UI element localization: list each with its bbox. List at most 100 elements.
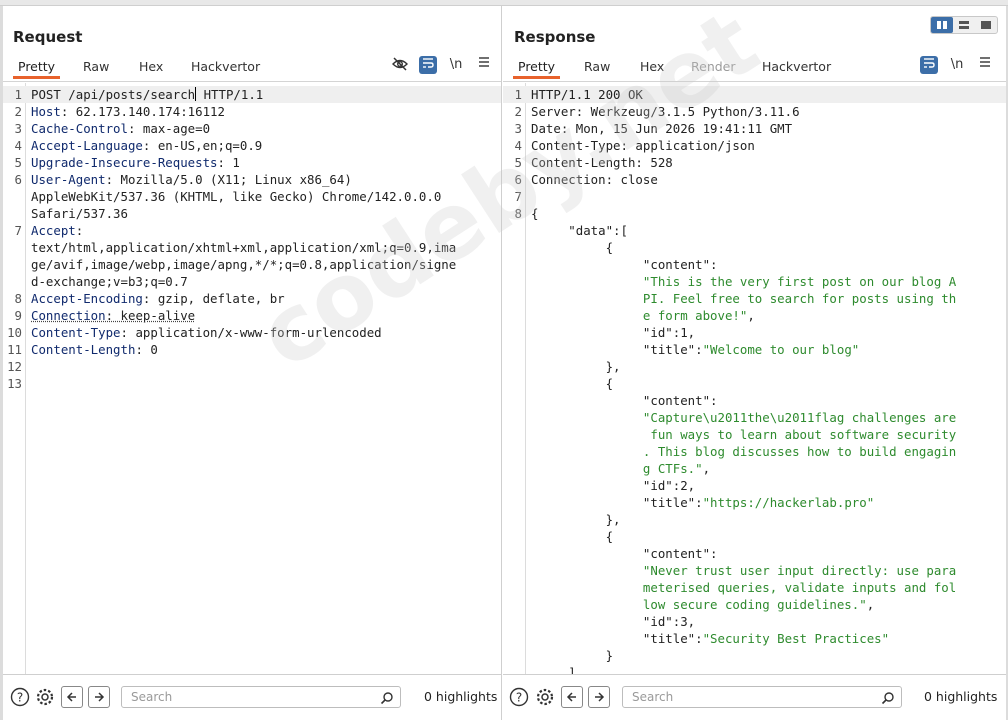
newline-icon[interactable]: \n — [948, 56, 966, 74]
previous-button[interactable] — [61, 686, 83, 708]
tab-response-hex[interactable]: Hex — [635, 57, 669, 79]
code-line: AppleWebKit/537.36 (KHTML, like Gecko) C… — [3, 188, 501, 205]
code-line: g CTFs.", — [503, 460, 1006, 477]
gear-icon[interactable] — [535, 687, 555, 707]
json-string: "Security Best Practices" — [702, 631, 890, 646]
line-content: POST /api/posts/search HTTP/1.1 — [31, 86, 263, 103]
code-line: "title":"Security Best Practices" — [503, 630, 1006, 647]
header-name: Host — [31, 104, 61, 119]
line-content: e form above!", — [531, 307, 755, 324]
tab-request-pretty[interactable]: Pretty — [13, 57, 61, 79]
json-string: PI. Feel free to search for posts using … — [531, 291, 957, 306]
response-editor[interactable]: 1 HTTP/1.1 200 OK 2 Server: Werkzeug/3.1.5 … — [503, 83, 1006, 680]
line-number: 10 — [7, 325, 22, 340]
svg-text:?: ? — [17, 691, 23, 705]
json-text: Date: Mon, 15 Jun 2026 19:41:11 GMT — [531, 121, 793, 136]
request-bottom-bar: ? Search 0 highlights — [3, 674, 501, 720]
tab-request-hackvertor[interactable]: Hackvertor — [186, 57, 265, 79]
code-line: Safari/537.36 — [3, 205, 501, 222]
code-line: 11 Content-Length: 0 — [3, 341, 501, 358]
code-line: ge/avif,image/webp,image/apng,*/*;q=0.8,… — [3, 256, 501, 273]
menu-icon[interactable] — [976, 56, 994, 74]
line-content: Upgrade-Insecure-Requests: 1 — [31, 154, 240, 171]
line-content: HTTP/1.1 200 OK — [531, 86, 643, 103]
response-pane: Response Pretty Raw Hex Render Hackverto… — [503, 6, 1006, 720]
eye-slash-icon[interactable] — [391, 56, 409, 74]
line-content: "id":1, — [531, 324, 695, 341]
stacked-view-icon[interactable] — [953, 17, 975, 33]
response-bottom-bar: ? Search 0 highlights — [503, 674, 1006, 720]
menu-icon[interactable] — [475, 56, 493, 74]
header-value: : — [75, 223, 84, 238]
line-content: . This blog discusses how to build engag… — [531, 443, 956, 460]
json-text: { — [531, 240, 614, 255]
line-number: 5 — [514, 155, 522, 170]
header-value: : keep-alive — [105, 308, 196, 323]
json-text: } — [531, 648, 614, 663]
json-text: "id":3, — [531, 614, 696, 629]
line-content: { — [531, 528, 613, 545]
code-line: "title":"https://hackerlab.pro" — [503, 494, 1006, 511]
header-value: : Mozilla/5.0 (X11; Linux x86_64) — [105, 172, 352, 187]
line-content: AppleWebKit/537.36 (KHTML, like Gecko) C… — [31, 188, 441, 205]
json-text: "content": — [531, 257, 718, 272]
line-number: 5 — [14, 155, 22, 170]
tab-request-hex[interactable]: Hex — [134, 57, 168, 79]
json-string: e form above!" — [531, 308, 748, 323]
line-content: Date: Mon, 15 Jun 2026 19:41:11 GMT — [531, 120, 792, 137]
next-button[interactable] — [88, 686, 110, 708]
code-line: d-exchange;v=b3;q=0.7 — [3, 273, 501, 290]
line-number: 4 — [514, 138, 522, 153]
line-number: 8 — [514, 206, 522, 221]
tab-response-pretty[interactable]: Pretty — [513, 57, 561, 79]
highlights-count: 0 highlights — [924, 689, 998, 704]
json-text: { — [531, 376, 614, 391]
tab-response-raw[interactable]: Raw — [579, 57, 615, 79]
help-icon[interactable]: ? — [10, 687, 30, 707]
code-line: { — [503, 375, 1006, 392]
code-line: "content": — [503, 545, 1006, 562]
svg-text:?: ? — [516, 691, 522, 705]
json-string: fun ways to learn about software securit… — [531, 427, 957, 442]
next-button[interactable] — [588, 686, 610, 708]
highlights-count: 0 highlights — [424, 689, 498, 704]
header-value: text/html,application/xhtml+xml,applicat… — [31, 240, 457, 255]
split-view-icon[interactable] — [931, 17, 953, 33]
tabbed-view-icon[interactable] — [975, 17, 997, 33]
tab-request-raw[interactable]: Raw — [78, 57, 114, 79]
code-line: 2 Server: Werkzeug/3.1.5 Python/3.11.6 — [503, 103, 1006, 120]
request-editor[interactable]: 1 POST /api/posts/search HTTP/1.1 2 Host: 6… — [3, 83, 501, 680]
wrap-icon[interactable] — [419, 56, 437, 74]
code-line: 6 User-Agent: Mozilla/5.0 (X11; Linux x86… — [3, 171, 501, 188]
header-value: Safari/537.36 — [31, 206, 128, 221]
wrap-icon[interactable] — [920, 56, 938, 74]
line-content: } — [531, 647, 613, 664]
line-content: ge/avif,image/webp,image/apng,*/*;q=0.8,… — [31, 256, 456, 273]
line-number: 9 — [14, 308, 22, 323]
line-number: 7 — [14, 223, 22, 238]
json-text: "data":[ — [531, 223, 628, 238]
line-content: fun ways to learn about software securit… — [531, 426, 956, 443]
json-punct: , — [702, 461, 711, 476]
code-line: { — [503, 239, 1006, 256]
request-pane: Request Pretty Raw Hex Hackvertor \n 1 PO… — [3, 6, 502, 720]
line-content: Content-Type: application/x-www-form-url… — [31, 324, 382, 341]
previous-button[interactable] — [561, 686, 583, 708]
line-content: "content": — [531, 256, 718, 273]
tab-response-hackvertor[interactable]: Hackvertor — [757, 57, 836, 79]
search-icon — [881, 690, 895, 709]
help-icon[interactable]: ? — [509, 687, 529, 707]
json-string: "Welcome to our blog" — [702, 342, 860, 357]
code-line: 2 Host: 62.173.140.174:16112 — [3, 103, 501, 120]
request-title: Request — [13, 28, 83, 46]
request-search-input[interactable]: Search — [121, 686, 401, 708]
code-line: 7 — [503, 188, 1006, 205]
line-content: Content-Type: application/json — [531, 137, 755, 154]
line-content: "title":"https://hackerlab.pro" — [531, 494, 874, 511]
gear-icon[interactable] — [35, 687, 55, 707]
newline-icon[interactable]: \n — [447, 56, 465, 74]
code-line: PI. Feel free to search for posts using … — [503, 290, 1006, 307]
code-line: "title":"Welcome to our blog" — [503, 341, 1006, 358]
response-search-input[interactable]: Search — [622, 686, 902, 708]
search-placeholder: Search — [632, 690, 674, 704]
